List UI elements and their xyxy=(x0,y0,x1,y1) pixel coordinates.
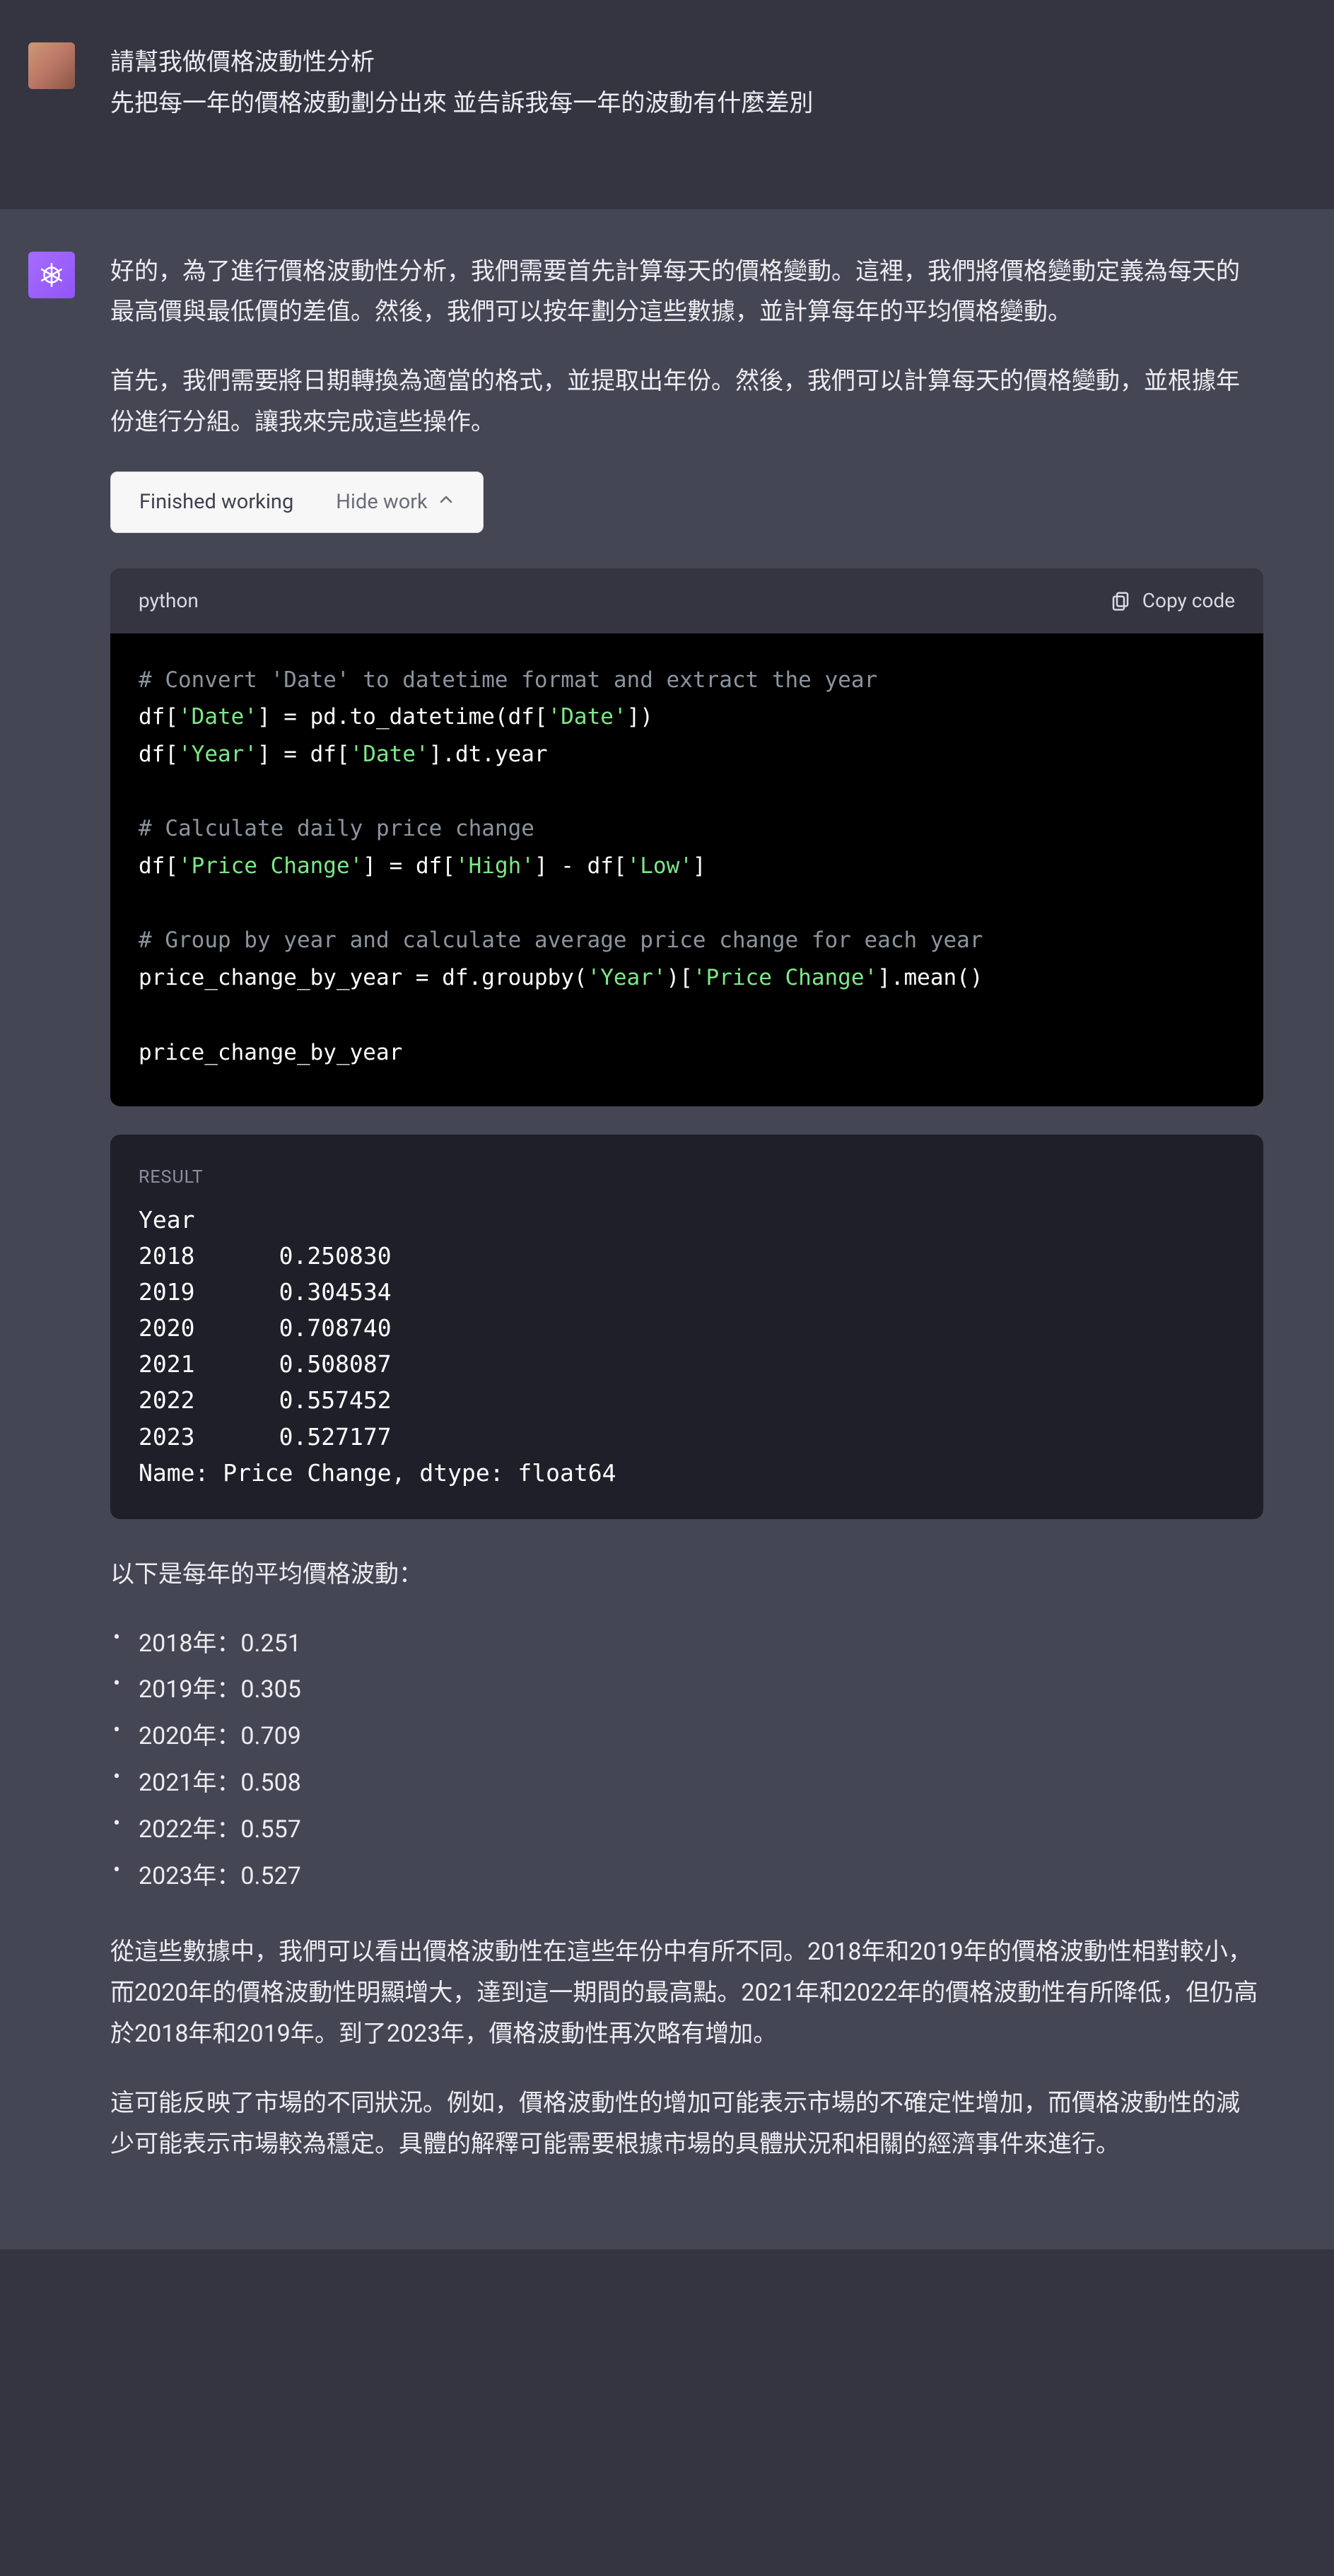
code-token: )[ xyxy=(667,965,693,990)
summary-item: 2022年：0.557 xyxy=(110,1810,1263,1851)
assistant-avatar xyxy=(28,252,75,298)
code-language: python xyxy=(139,584,199,618)
work-toggle[interactable]: Finished working Hide work xyxy=(110,472,484,533)
chevron-up-icon xyxy=(438,485,455,520)
summary-item: 2023年：0.527 xyxy=(110,1856,1263,1897)
code-string: 'Date' xyxy=(350,742,429,767)
openai-icon xyxy=(37,260,66,290)
summary-list: 2018年：0.251 2019年：0.305 2020年：0.709 2021年：0… xyxy=(110,1624,1263,1897)
code-token: ] - df[ xyxy=(534,853,627,879)
summary-item: 2021年：0.508 xyxy=(110,1763,1263,1804)
result-block: RESULT Year 2018 0.250830 2019 0.304534 … xyxy=(110,1135,1263,1519)
code-string: 'Year' xyxy=(587,965,667,990)
user-text: 請幫我做價格波動性分析 先把每一年的價格波動劃分出來 並告訴我每一年的波動有什麼… xyxy=(110,42,1263,124)
code-string: 'Date' xyxy=(548,704,627,730)
code-string: 'High' xyxy=(455,853,534,879)
code-token: df[ xyxy=(139,704,178,730)
summary-intro: 以下是每年的平均價格波動： xyxy=(110,1555,1263,1596)
user-line-1: 請幫我做價格波動性分析 xyxy=(110,48,375,76)
assistant-content: 好的，為了進行價格波動性分析，我們需要首先計算每天的價格變動。這裡，我們將價格變… xyxy=(110,252,1306,2194)
analysis-para-1: 從這些數據中，我們可以看出價格波動性在這些年份中有所不同。2018年和2019年… xyxy=(110,1932,1263,2054)
code-comment: # Convert 'Date' to datetime format and … xyxy=(139,667,877,693)
summary-item: 2020年：0.709 xyxy=(110,1716,1263,1757)
code-token: price_change_by_year = df.groupby( xyxy=(139,965,587,990)
work-status: Finished working xyxy=(139,485,293,520)
summary-item: 2018年：0.251 xyxy=(110,1624,1263,1665)
code-token: ] = pd.to_datetime(df[ xyxy=(257,704,548,730)
code-token: df[ xyxy=(139,853,178,879)
user-message: 請幫我做價格波動性分析 先把每一年的價格波動劃分出來 並告訴我每一年的波動有什麼… xyxy=(0,0,1334,209)
code-token: ].dt.year xyxy=(429,742,548,767)
code-string: 'Price Change' xyxy=(178,853,363,879)
code-block: python Copy code # Convert 'Date' to dat… xyxy=(110,568,1263,1106)
assistant-intro-2: 首先，我們需要將日期轉換為適當的格式，並提取出年份。然後，我們可以計算每天的價格… xyxy=(110,361,1263,443)
code-token: ] xyxy=(693,853,706,879)
code-token: df[ xyxy=(139,742,178,767)
code-comment: # Calculate daily price change xyxy=(139,816,534,841)
result-body: Year 2018 0.250830 2019 0.304534 2020 0.… xyxy=(139,1202,1235,1491)
result-label: RESULT xyxy=(139,1163,1235,1193)
clipboard-icon xyxy=(1110,590,1131,611)
code-token: ] = df[ xyxy=(257,742,350,767)
user-line-2: 先把每一年的價格波動劃分出來 並告訴我每一年的波動有什麼差別 xyxy=(110,89,813,117)
code-token: ]) xyxy=(627,704,653,730)
code-token: ].mean() xyxy=(877,965,983,990)
code-comment: # Group by year and calculate average pr… xyxy=(139,927,983,953)
code-string: 'Year' xyxy=(178,742,257,767)
copy-code-label: Copy code xyxy=(1142,584,1235,618)
code-token: ] = df[ xyxy=(363,853,455,879)
code-string: 'Low' xyxy=(627,853,693,879)
analysis-para-2: 這可能反映了市場的不同狀況。例如，價格波動性的增加可能表示市場的不確定性增加，而… xyxy=(110,2083,1263,2165)
code-string: 'Price Change' xyxy=(693,965,877,990)
hide-work-button[interactable]: Hide work xyxy=(336,485,455,520)
copy-code-button[interactable]: Copy code xyxy=(1110,584,1235,618)
assistant-message: 好的，為了進行價格波動性分析，我們需要首先計算每天的價格變動。這裡，我們將價格變… xyxy=(0,209,1334,2250)
hide-work-label: Hide work xyxy=(336,485,428,520)
code-string: 'Date' xyxy=(178,704,257,730)
user-avatar xyxy=(28,42,75,89)
code-token: price_change_by_year xyxy=(139,1040,402,1065)
code-header: python Copy code xyxy=(110,568,1263,633)
assistant-intro-1: 好的，為了進行價格波動性分析，我們需要首先計算每天的價格變動。這裡，我們將價格變… xyxy=(110,252,1263,334)
summary-item: 2019年：0.305 xyxy=(110,1670,1263,1711)
user-content: 請幫我做價格波動性分析 先把每一年的價格波動劃分出來 並告訴我每一年的波動有什麼… xyxy=(110,42,1306,153)
code-body: # Convert 'Date' to datetime format and … xyxy=(110,633,1263,1107)
